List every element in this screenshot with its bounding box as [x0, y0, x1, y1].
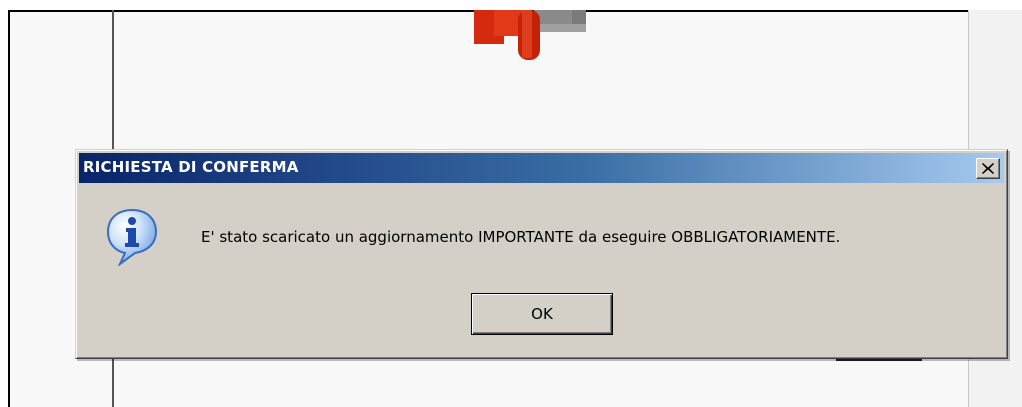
ok-button-label: OK — [531, 305, 553, 323]
info-icon — [106, 208, 158, 266]
app-logo-icon — [474, 10, 586, 60]
screen: RICHIESTA DI CONFERMA E' stato scaricato… — [0, 0, 1022, 407]
dialog-title: RICHIESTA DI CONFERMA — [83, 158, 299, 176]
close-icon — [982, 163, 994, 174]
dialog-titlebar[interactable]: RICHIESTA DI CONFERMA — [79, 153, 1004, 183]
dialog-message: E' stato scaricato un aggiornamento IMPO… — [201, 228, 841, 246]
close-button[interactable] — [976, 158, 1000, 179]
ok-button[interactable]: OK — [471, 293, 613, 335]
confirmation-dialog: RICHIESTA DI CONFERMA E' stato scaricato… — [75, 149, 1008, 359]
